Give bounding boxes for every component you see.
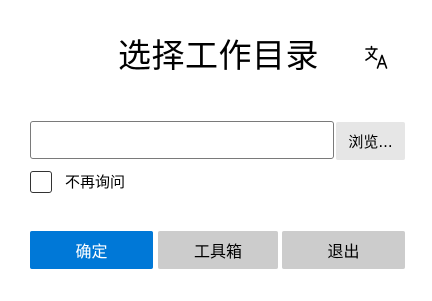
translate-icon	[365, 45, 388, 69]
language-button[interactable]	[360, 40, 394, 74]
dont-ask-again-checkbox-row[interactable]: 不再询问	[30, 170, 125, 194]
browse-button[interactable]: 浏览...	[336, 122, 405, 160]
ok-button[interactable]: 确定	[30, 231, 153, 269]
dont-ask-again-label: 不再询问	[65, 173, 126, 191]
dont-ask-again-checkbox[interactable]	[30, 171, 52, 193]
exit-button[interactable]: 退出	[282, 231, 405, 269]
toolbox-button[interactable]: 工具箱	[158, 231, 278, 269]
working-directory-input[interactable]	[30, 121, 334, 159]
dialog-title: 选择工作目录	[118, 36, 319, 75]
